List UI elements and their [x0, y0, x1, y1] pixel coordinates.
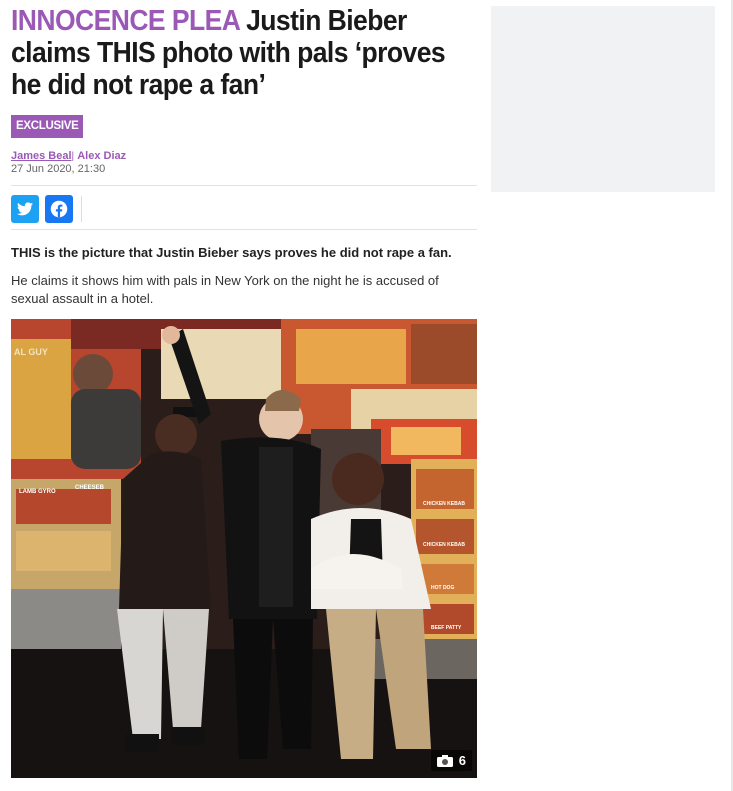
- photo-count: 6: [458, 753, 466, 768]
- twitter-icon: [17, 202, 33, 216]
- sign-text: HOT DOG: [431, 585, 454, 591]
- headline-kicker: INNOCENCE PLEA: [11, 5, 240, 37]
- article-photo[interactable]: AL GUY LAMB GYRO CHEESEB CHICKEN KEBAB C…: [11, 319, 477, 778]
- share-bar: [11, 195, 477, 223]
- sign-text: BEEF PATTY: [431, 625, 462, 631]
- sign-text: CHEESEB: [75, 485, 105, 491]
- share-separator: [81, 196, 82, 222]
- author-link-alex-diaz[interactable]: Alex Diaz: [77, 150, 126, 162]
- sign-text: CHICKEN KEBAB: [423, 542, 465, 548]
- divider: [11, 185, 477, 186]
- facebook-icon: [50, 200, 68, 218]
- sign-text: CHICKEN KEBAB: [423, 501, 465, 507]
- headline: INNOCENCE PLEA Justin Bieber claims THIS…: [11, 0, 476, 101]
- publish-date: 27 Jun 2020, 21:30: [11, 163, 106, 175]
- photo-illustration: AL GUY LAMB GYRO CHEESEB CHICKEN KEBAB C…: [11, 319, 477, 778]
- lead-paragraph: THIS is the picture that Justin Bieber s…: [11, 245, 452, 260]
- sign-text: LAMB GYRO: [19, 489, 56, 495]
- photo-count-badge[interactable]: 6: [430, 750, 472, 771]
- twitter-share-button[interactable]: [11, 195, 39, 223]
- divider: [11, 229, 477, 230]
- exclusive-badge: EXCLUSIVE: [11, 115, 84, 138]
- facebook-share-button[interactable]: [45, 195, 73, 223]
- ad-placeholder: [491, 6, 715, 192]
- author-link-james-beal[interactable]: James Beal: [11, 150, 72, 162]
- byline: James Beal| Alex Diaz: [11, 150, 477, 163]
- article: INNOCENCE PLEA Justin Bieber claims THIS…: [11, 0, 477, 778]
- body-paragraph: He claims it shows him with pals in New …: [11, 273, 439, 306]
- sign-text: AL GUY: [14, 347, 48, 357]
- camera-icon: [436, 754, 453, 767]
- byline-separator: |: [71, 151, 75, 162]
